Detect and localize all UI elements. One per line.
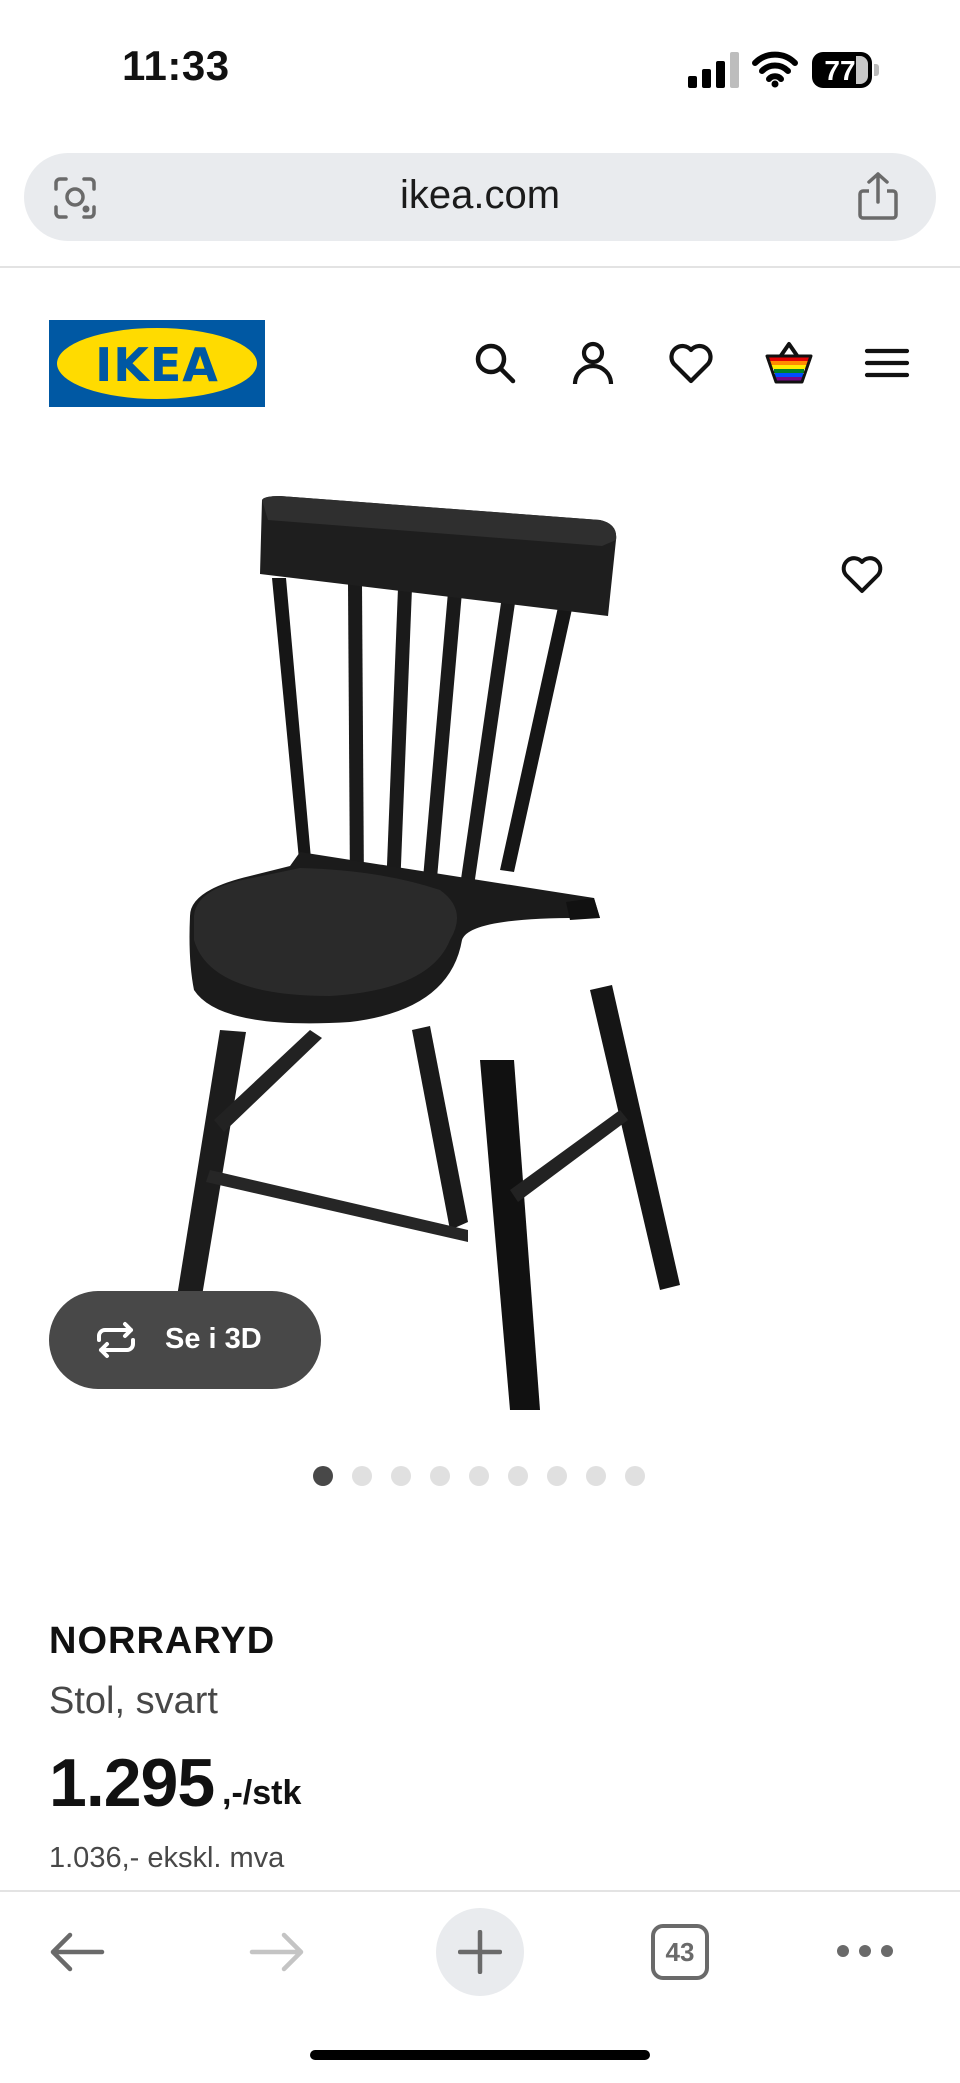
pagination-dot[interactable] bbox=[586, 1466, 606, 1486]
rotate-3d-icon bbox=[97, 1322, 135, 1358]
address-bar[interactable]: ikea.com bbox=[24, 153, 936, 241]
image-pagination bbox=[313, 1466, 653, 1488]
url-text[interactable]: ikea.com bbox=[24, 173, 936, 218]
pagination-dot[interactable] bbox=[508, 1466, 528, 1486]
tab-switcher-button[interactable]: 43 bbox=[650, 1923, 710, 1981]
pagination-dot[interactable] bbox=[625, 1466, 645, 1486]
product-description: Stol, svart bbox=[49, 1680, 218, 1722]
new-tab-button[interactable] bbox=[436, 1908, 524, 1996]
status-time: 11:33 bbox=[122, 42, 230, 89]
home-indicator[interactable] bbox=[310, 2050, 650, 2060]
price-excl-vat: 1.036,- ekskl. mva bbox=[49, 1842, 285, 1874]
share-icon[interactable] bbox=[854, 171, 902, 221]
view-in-3d-label: Se i 3D bbox=[165, 1323, 262, 1355]
product-image[interactable] bbox=[150, 470, 750, 1430]
divider bbox=[0, 266, 960, 268]
pagination-dot[interactable] bbox=[469, 1466, 489, 1486]
pagination-dot[interactable] bbox=[547, 1466, 567, 1486]
shopping-bag-icon[interactable] bbox=[764, 338, 814, 388]
favourites-icon[interactable] bbox=[666, 338, 716, 388]
search-icon[interactable] bbox=[470, 338, 520, 388]
view-in-3d-button[interactable]: Se i 3D bbox=[49, 1291, 321, 1389]
pagination-dot[interactable] bbox=[352, 1466, 372, 1486]
product-price: 1.295 bbox=[49, 1745, 215, 1821]
price-suffix: ,-/stk bbox=[222, 1774, 302, 1812]
product-name: NORRARYD bbox=[49, 1620, 276, 1662]
battery-indicator: 77 bbox=[812, 52, 882, 88]
pagination-dot[interactable] bbox=[313, 1466, 333, 1486]
more-options-icon[interactable] bbox=[834, 1940, 896, 1962]
tab-count: 43 bbox=[665, 1937, 695, 1967]
pagination-dot[interactable] bbox=[391, 1466, 411, 1486]
pagination-dot[interactable] bbox=[430, 1466, 450, 1486]
account-icon[interactable] bbox=[568, 338, 618, 388]
cellular-signal-icon bbox=[688, 52, 739, 88]
status-bar: 11:33 77 bbox=[0, 0, 960, 140]
forward-arrow-icon[interactable] bbox=[248, 1930, 306, 1974]
add-to-favourites-icon[interactable] bbox=[838, 550, 886, 598]
plus-icon bbox=[458, 1930, 502, 1974]
ikea-logo[interactable]: IKEA bbox=[49, 320, 265, 407]
wifi-icon bbox=[752, 51, 798, 88]
menu-icon[interactable] bbox=[862, 338, 912, 388]
back-arrow-icon[interactable] bbox=[48, 1930, 106, 1974]
battery-level: 77 bbox=[824, 55, 856, 86]
